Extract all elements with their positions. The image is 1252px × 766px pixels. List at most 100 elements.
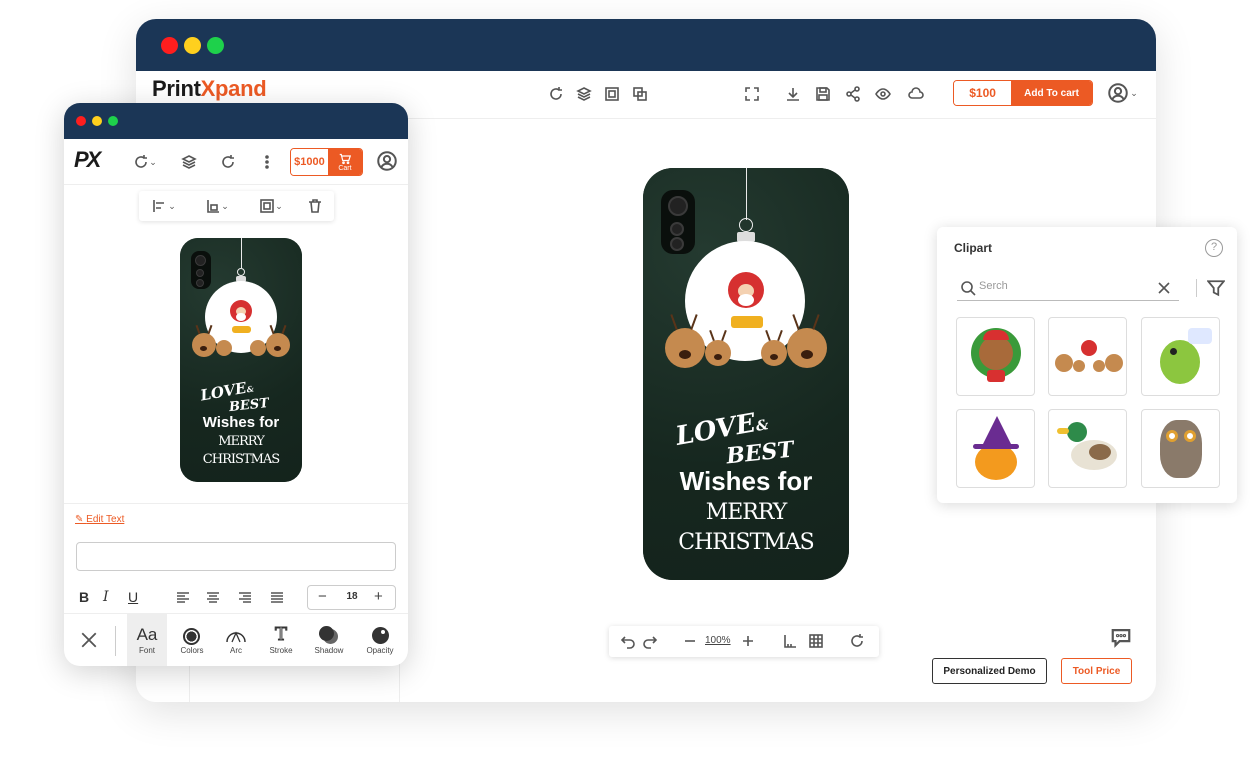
price-label: $100: [954, 81, 1012, 105]
tool-opacity[interactable]: Opacity: [360, 614, 400, 666]
mobile-topbar: PX ⌄ $1000 Cart: [64, 139, 408, 185]
clipart-duck[interactable]: [1048, 409, 1127, 488]
duplicate-icon[interactable]: [629, 83, 651, 105]
design-text-merry: MERRY: [705, 500, 788, 525]
cart-icon: [339, 153, 351, 164]
mobile-minimize-dot[interactable]: [92, 116, 102, 126]
crop-icon[interactable]: [601, 83, 623, 105]
arrange-icon[interactable]: ⌄: [256, 195, 286, 217]
save-icon[interactable]: [812, 83, 834, 105]
camera-module: [661, 190, 695, 254]
align-icon[interactable]: ⌄: [149, 195, 179, 217]
search-icon: [957, 277, 979, 299]
pencil-icon: ✎: [75, 514, 87, 525]
reindeer-small-right: [761, 329, 787, 366]
add-to-cart-button[interactable]: Add To cart: [1011, 81, 1092, 105]
mobile-design-text-christmas: CHRISTMAS: [202, 452, 280, 467]
align-right-icon[interactable]: [234, 587, 256, 609]
decrease-size-button[interactable]: −: [318, 588, 327, 605]
mobile-window: PX ⌄ $1000 Cart ⌄ ⌄ ⌄ LOVE& BEST Wishes …: [64, 103, 408, 666]
ruler-icon[interactable]: [779, 630, 801, 652]
mobile-user-icon[interactable]: [376, 150, 398, 172]
zoom-in-icon[interactable]: [737, 630, 759, 652]
mobile-design-text-merry: MERRY: [218, 434, 265, 449]
edit-text-panel: ✎ Edit Text B I U − 18 +: [64, 503, 408, 613]
mobile-price-cart-box[interactable]: $1000 Cart: [290, 148, 363, 176]
fullscreen-icon[interactable]: [741, 83, 763, 105]
price-cart-box[interactable]: $100 Add To cart: [953, 80, 1093, 106]
tool-arc[interactable]: Arc: [216, 614, 256, 666]
close-dot[interactable]: [161, 37, 178, 54]
clipart-owl[interactable]: [1141, 409, 1220, 488]
layers-icon[interactable]: [573, 83, 595, 105]
mobile-maximize-dot[interactable]: [108, 116, 118, 126]
help-icon[interactable]: ?: [1205, 239, 1223, 257]
rotate-icon[interactable]: [545, 83, 567, 105]
filter-icon[interactable]: [1205, 277, 1227, 299]
zoom-level[interactable]: 100%: [705, 635, 731, 646]
underline-button[interactable]: U: [128, 589, 138, 605]
reindeer-right: [787, 314, 827, 368]
design-text-christmas: CHRISTMAS: [678, 530, 815, 555]
canvas-bottom-toolbar: 100%: [609, 626, 879, 657]
cloud-icon[interactable]: [905, 83, 927, 105]
tool-price-button[interactable]: Tool Price: [1061, 658, 1132, 684]
opacity-icon: [372, 627, 389, 644]
mobile-design-text-wishes: Wishes for: [202, 414, 280, 431]
share-icon[interactable]: [842, 83, 864, 105]
clipart-reindeer-sleigh[interactable]: [1048, 317, 1127, 396]
mobile-titlebar: [64, 103, 408, 139]
clipart-search-input[interactable]: Serch: [979, 280, 1008, 292]
mobile-camera-module: [191, 251, 211, 289]
position-icon[interactable]: ⌄: [202, 195, 232, 217]
clipart-pumpkin-witch[interactable]: [956, 409, 1035, 488]
user-avatar-icon[interactable]: ⌄: [1106, 82, 1140, 104]
mobile-rotate-icon[interactable]: ⌄: [130, 151, 160, 173]
increase-size-button[interactable]: +: [374, 588, 383, 605]
preview-icon[interactable]: [872, 83, 894, 105]
reindeer-small-left: [705, 329, 731, 366]
mobile-refresh-icon[interactable]: [217, 151, 239, 173]
font-size-value[interactable]: 18: [342, 591, 362, 602]
zoom-out-icon[interactable]: [679, 630, 701, 652]
reset-icon[interactable]: [846, 630, 868, 652]
redo-icon[interactable]: [639, 630, 661, 652]
align-left-icon[interactable]: [172, 587, 194, 609]
mobile-price-label: $1000: [291, 149, 328, 175]
clear-search-icon[interactable]: [1153, 277, 1175, 299]
edit-text-input[interactable]: [76, 542, 396, 571]
mobile-logo: PX: [74, 147, 101, 172]
clipart-green-dinosaur[interactable]: [1141, 317, 1220, 396]
undo-icon[interactable]: [617, 630, 639, 652]
mobile-close-dot[interactable]: [76, 116, 86, 126]
maximize-dot[interactable]: [207, 37, 224, 54]
mobile-cart-button[interactable]: Cart: [327, 149, 362, 175]
mobile-layers-icon[interactable]: [178, 151, 200, 173]
edit-text-link[interactable]: ✎ Edit Text: [75, 514, 124, 525]
chat-icon[interactable]: [1108, 624, 1134, 650]
tool-stroke[interactable]: T Stroke: [261, 614, 301, 666]
mobile-phone-case-preview[interactable]: LOVE& BEST Wishes for MERRY CHRISTMAS: [180, 238, 302, 482]
minimize-dot[interactable]: [184, 37, 201, 54]
justify-icon[interactable]: [266, 587, 288, 609]
clipart-title: Clipart: [954, 241, 993, 255]
colors-icon: [183, 628, 200, 645]
align-center-icon[interactable]: [202, 587, 224, 609]
tool-colors[interactable]: Colors: [172, 614, 212, 666]
mobile-more-icon[interactable]: [256, 151, 278, 173]
tool-font[interactable]: Aa Font: [127, 614, 167, 666]
close-tools-icon[interactable]: [78, 629, 100, 651]
font-size-stepper[interactable]: − 18 +: [307, 585, 396, 610]
phone-case-preview[interactable]: LOVE& BEST Wishes for MERRY CHRISTMAS: [643, 168, 849, 580]
delete-icon[interactable]: [304, 195, 326, 217]
personalized-demo-button[interactable]: Personalized Demo: [932, 658, 1047, 684]
santa-figure: [728, 272, 764, 308]
clipart-teddy-bear[interactable]: [956, 317, 1035, 396]
italic-button[interactable]: I: [103, 589, 109, 605]
tool-shadow[interactable]: Shadow: [309, 614, 349, 666]
download-icon[interactable]: [782, 83, 804, 105]
clipart-search-field[interactable]: Serch: [957, 275, 1179, 301]
arc-icon: [226, 631, 246, 643]
grid-icon[interactable]: [805, 630, 827, 652]
bold-button[interactable]: B: [79, 589, 89, 605]
